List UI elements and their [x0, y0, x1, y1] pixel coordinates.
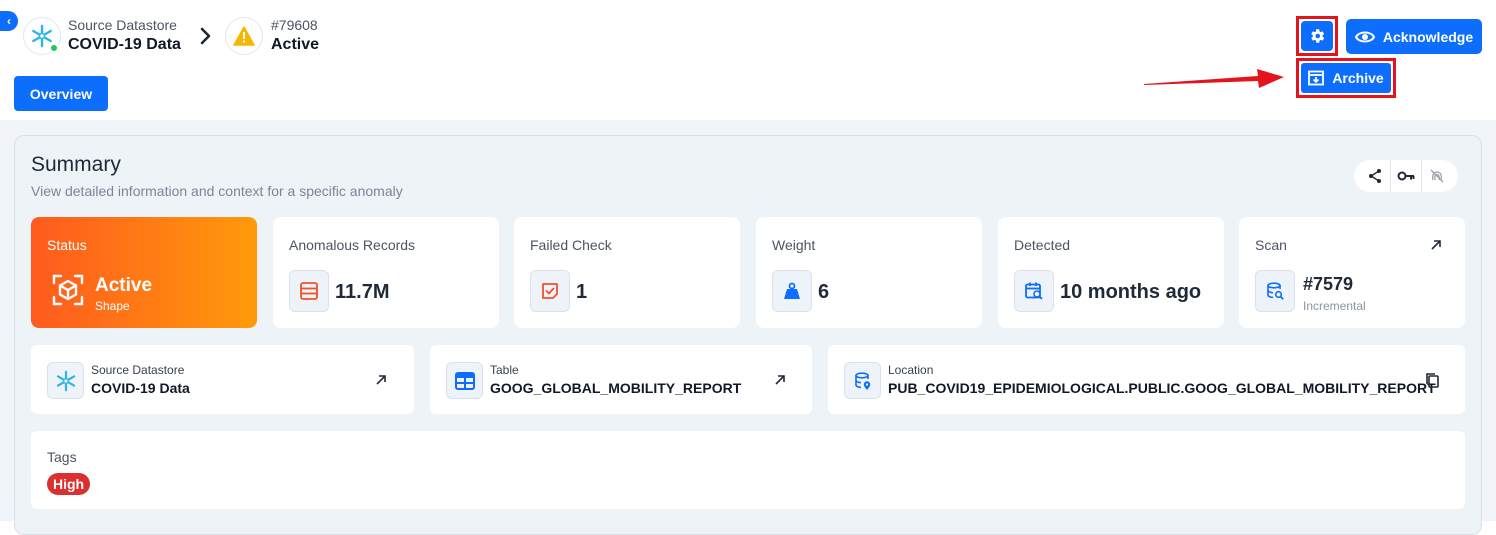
tags-card: Tags High [31, 431, 1465, 509]
info-datastore-label: Source Datastore [91, 363, 185, 377]
summary-action-group [1354, 160, 1458, 192]
detected-label: Detected [1014, 237, 1071, 253]
info-datastore-card: Source Datastore COVID-19 Data [31, 345, 414, 414]
status-card-label: Status [47, 237, 87, 253]
database-location-icon [844, 362, 881, 399]
eye-icon [1354, 31, 1375, 42]
back-chevron-icon[interactable]: ‹ [0, 11, 18, 31]
scan-search-icon [1255, 270, 1295, 312]
summary-subtitle: View detailed information and context fo… [31, 183, 403, 199]
snowflake-icon[interactable] [23, 17, 61, 55]
scan-value[interactable]: #7579 [1303, 274, 1353, 295]
status-sub: Shape [95, 299, 130, 313]
status-value: Active [95, 275, 153, 296]
shape-cube-icon [52, 274, 84, 306]
failed-check-label: Failed Check [530, 237, 612, 253]
share-icon[interactable] [1360, 161, 1390, 191]
settings-button[interactable] [1296, 16, 1338, 56]
failed-check-value: 1 [576, 281, 588, 303]
scan-sub: Incremental [1303, 299, 1366, 313]
check-square-icon [530, 270, 570, 312]
anomalous-records-card: Anomalous Records 11.7M [273, 217, 499, 328]
detected-card: Detected 10 months ago [998, 217, 1224, 328]
chevron-right-icon [200, 27, 211, 45]
failed-check-card: Failed Check 1 [514, 217, 740, 328]
calendar-search-icon [1014, 270, 1054, 312]
info-table-value: GOOG_GLOBAL_MOBILITY_REPORT [490, 380, 742, 396]
records-list-icon [289, 270, 329, 312]
detected-value: 10 months ago [1060, 281, 1202, 303]
info-datastore-value: COVID-19 Data [91, 380, 190, 396]
archive-label: Archive [1332, 70, 1384, 86]
acknowledge-label: Acknowledge [1382, 28, 1474, 45]
status-card: Status Active Shape [31, 217, 257, 328]
summary-title: Summary [31, 153, 121, 176]
scan-label: Scan [1255, 237, 1287, 253]
archive-button[interactable]: Archive [1296, 58, 1396, 98]
scan-card: Scan #7579 Incremental [1239, 217, 1465, 328]
gear-icon [1311, 29, 1325, 43]
tags-label: Tags [47, 449, 77, 465]
anomalous-records-label: Anomalous Records [289, 237, 416, 253]
breadcrumb-datastore-label: Source Datastore [68, 17, 177, 33]
tag-high[interactable]: High [47, 473, 91, 495]
anomaly-status: Active [271, 36, 320, 53]
top-bar: ‹ Source Datastore COVID-19 Data #79608 … [0, 0, 1496, 120]
table-icon [446, 362, 483, 399]
key-icon[interactable] [1391, 161, 1421, 191]
info-location-card: Location PUB_COVID19_EPIDEMIOLOGICAL.PUB… [828, 345, 1465, 414]
weight-value: 6 [818, 281, 830, 303]
info-location-label: Location [888, 363, 934, 377]
info-table-card: Table GOOG_GLOBAL_MOBILITY_REPORT [430, 345, 812, 414]
warning-icon [225, 17, 263, 55]
breadcrumb-datastore-name: COVID-19 Data [68, 36, 181, 53]
annotation-arrow [1144, 69, 1284, 88]
external-link-icon[interactable] [773, 373, 787, 387]
breadcrumb-datastore[interactable]: Source Datastore COVID-19 Data [68, 17, 181, 54]
archive-icon [1308, 70, 1325, 86]
info-location-value: PUB_COVID19_EPIDEMIOLOGICAL.PUBLIC.GOOG_… [888, 380, 1436, 396]
weight-icon [772, 270, 812, 312]
info-table-label: Table [490, 363, 519, 377]
copy-icon[interactable] [1425, 372, 1439, 388]
acknowledge-button[interactable]: Acknowledge [1346, 19, 1482, 54]
breadcrumb-anomaly: #79608 Active [271, 17, 319, 54]
online-status-dot [49, 43, 59, 53]
anomalous-records-value: 11.7M [335, 281, 390, 303]
anomaly-id: #79608 [271, 17, 318, 33]
weight-card: Weight 6 [756, 217, 982, 328]
snowflake-icon [47, 362, 84, 399]
tab-overview[interactable]: Overview [14, 76, 108, 111]
fingerprint-off-icon[interactable] [1422, 161, 1452, 191]
external-link-icon[interactable] [374, 373, 388, 387]
weight-label: Weight [772, 237, 816, 253]
external-link-icon[interactable] [1429, 238, 1443, 252]
